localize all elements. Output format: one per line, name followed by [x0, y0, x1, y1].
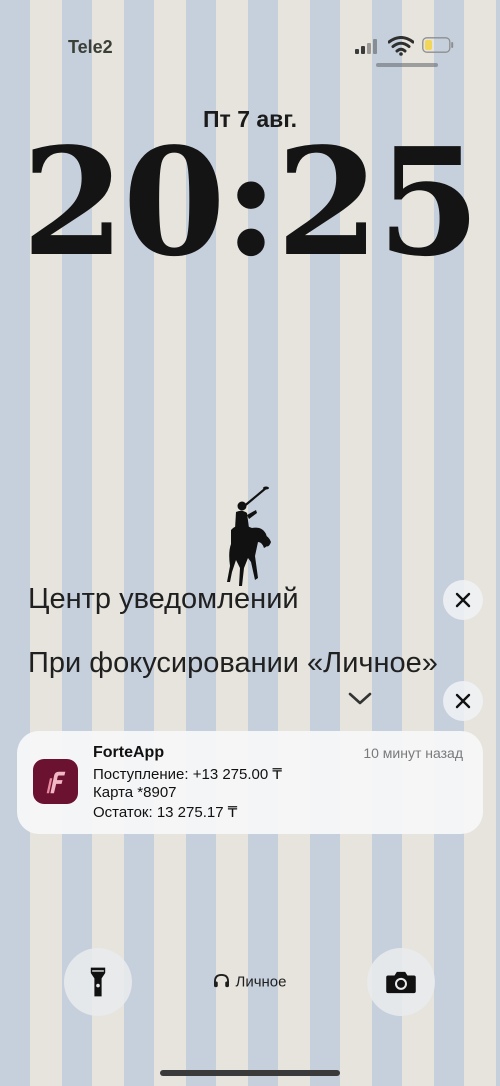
clear-focus-notifications-button[interactable] — [443, 681, 483, 721]
close-icon — [455, 693, 471, 709]
chevron-down-icon[interactable] — [346, 690, 374, 708]
notification-card[interactable]: ForteApp 10 минут назад Поступление: +13… — [17, 731, 483, 834]
notification-line: Поступление: +13 275.00 ₸ — [93, 766, 282, 783]
forteapp-icon — [33, 759, 78, 804]
cellular-signal-icon — [355, 38, 383, 54]
focus-mode-label: Личное — [235, 973, 287, 991]
notification-time: 10 минут назад — [363, 745, 463, 761]
headphones-icon — [213, 973, 230, 992]
status-bar: Tele2 — [0, 0, 500, 80]
notification-line: Карта *8907 — [93, 784, 177, 801]
notification-center-title: Центр уведомлений — [28, 583, 299, 615]
battery-low-icon — [422, 37, 454, 53]
camera-button[interactable] — [367, 948, 435, 1016]
control-center-handle[interactable] — [376, 63, 438, 67]
focus-section-title: При фокусировании «Личное» — [28, 647, 438, 679]
polo-player-logo — [222, 482, 272, 594]
clear-notifications-button[interactable] — [443, 580, 483, 620]
home-indicator[interactable] — [160, 1070, 340, 1076]
notification-app-name: ForteApp — [93, 744, 165, 761]
lock-clock: 20:25 — [21, 115, 481, 289]
notification-line: Остаток: 13 275.17 ₸ — [93, 804, 238, 821]
carrier-name: Tele2 — [68, 37, 113, 57]
camera-icon — [386, 971, 416, 994]
close-icon — [455, 592, 471, 608]
wifi-icon — [387, 36, 415, 56]
